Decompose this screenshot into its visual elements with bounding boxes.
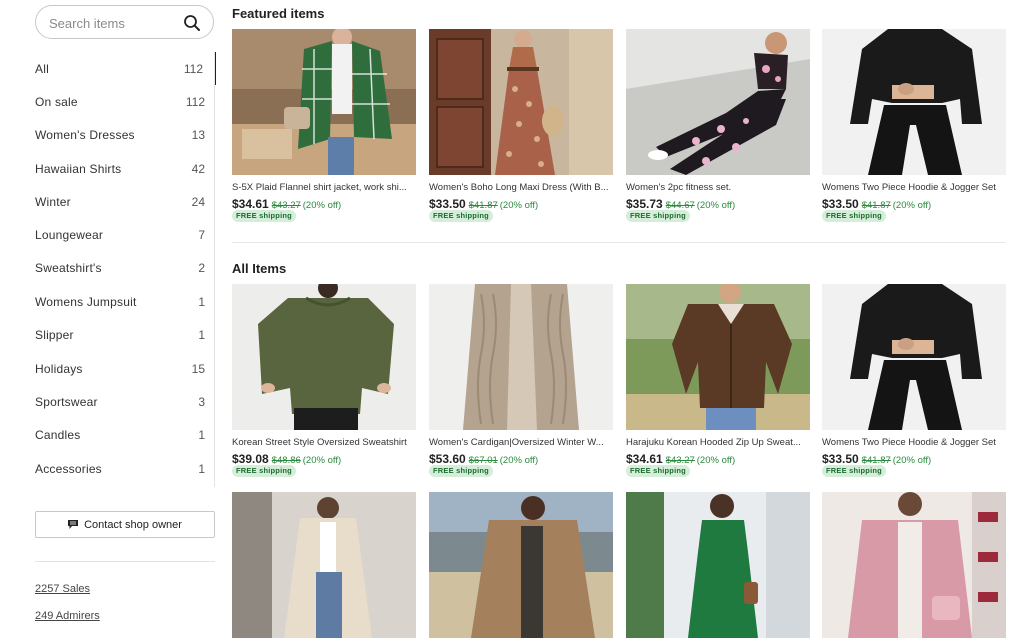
category-count: 15 (191, 362, 205, 376)
category-count: 2 (198, 261, 205, 275)
category-count: 42 (191, 162, 205, 176)
category-label: Loungewear (35, 228, 104, 242)
category-count: 13 (191, 128, 205, 142)
category-count: 112 (185, 95, 205, 109)
category-count: 1 (198, 295, 205, 309)
free-shipping-badge: FREE shipping (429, 210, 493, 222)
category-hawaiian-shirts[interactable]: Hawaiian Shirts 42 (0, 152, 216, 185)
category-on-sale[interactable]: On sale 112 (0, 85, 216, 118)
sidebar-divider (214, 52, 215, 487)
category-label: Women's Dresses (35, 128, 135, 142)
discount-label: (20% off) (696, 455, 736, 466)
hoodie-set-image[interactable] (822, 284, 1006, 430)
listing-title[interactable]: Womens Two Piece Hoodie & Jogger Set (822, 182, 1006, 193)
category-label: Womens Jumpsuit (35, 295, 137, 309)
contact-shop-owner-button[interactable]: Contact shop owner (35, 511, 215, 538)
category-label: Accessories (35, 462, 102, 476)
listing-title[interactable]: Harajuku Korean Hooded Zip Up Sweat... (626, 437, 810, 448)
free-shipping-badge: FREE shipping (232, 465, 296, 477)
category-count: 1 (198, 462, 205, 476)
category-holidays[interactable]: Holidays 15 (0, 352, 216, 385)
listing-title[interactable]: Korean Street Style Oversized Sweatshirt (232, 437, 416, 448)
category-label: Slipper (35, 328, 74, 342)
listing-title[interactable]: Women's 2pc fitness set. (626, 182, 810, 193)
category-label: Sweatshirt's (35, 261, 102, 275)
category-count: 1 (198, 428, 205, 442)
sale-price: $33.50 (822, 452, 859, 466)
shop-sidebar: All 112 On sale 112 Women's Dresses 13 H… (0, 0, 216, 644)
free-shipping-badge: FREE shipping (822, 210, 886, 222)
sale-price: $53.60 (429, 452, 466, 466)
free-shipping-badge: FREE shipping (626, 210, 690, 222)
featured-section-title: Featured items (232, 6, 325, 21)
category-loungewear[interactable]: Loungewear 7 (0, 218, 216, 251)
hoodie-set-image[interactable] (822, 29, 1006, 175)
category-label: Winter (35, 195, 71, 209)
category-sportswear[interactable]: Sportswear 3 (0, 385, 216, 418)
fitness-set-image[interactable] (626, 29, 810, 175)
category-label: Holidays (35, 362, 83, 376)
sale-price: $35.73 (626, 197, 663, 211)
beige-cardigan-image[interactable] (232, 492, 416, 638)
category-count: 112 (183, 62, 203, 76)
search-icon[interactable] (182, 13, 202, 33)
category-womens-jumpsuit[interactable]: Womens Jumpsuit 1 (0, 285, 216, 318)
category-all[interactable]: All 112 (0, 52, 216, 85)
contact-label: Contact shop owner (84, 518, 182, 531)
listing-title[interactable]: Women's Boho Long Maxi Dress (With B... (429, 182, 613, 193)
category-count: 7 (198, 228, 205, 242)
sales-link[interactable]: 2257 Sales (35, 583, 90, 595)
category-count: 24 (191, 195, 205, 209)
category-label: On sale (35, 95, 78, 109)
admirers-link[interactable]: 249 Admirers (35, 610, 100, 622)
sweatshirt-image[interactable] (232, 284, 416, 430)
free-shipping-badge: FREE shipping (232, 210, 296, 222)
listing-title[interactable]: S-5X Plaid Flannel shirt jacket, work sh… (232, 182, 416, 193)
category-womens-dresses[interactable]: Women's Dresses 13 (0, 118, 216, 151)
listing-title[interactable]: Women's Cardigan|Oversized Winter W... (429, 437, 613, 448)
category-label: Candles (35, 428, 81, 442)
sale-price: $33.50 (429, 197, 466, 211)
search-box[interactable] (35, 5, 214, 39)
listing-title[interactable]: Womens Two Piece Hoodie & Jogger Set (822, 437, 1006, 448)
category-candles[interactable]: Candles 1 (0, 418, 216, 451)
sale-price: $33.50 (822, 197, 859, 211)
sale-price: $39.08 (232, 452, 269, 466)
free-shipping-badge: FREE shipping (822, 465, 886, 477)
sale-price: $34.61 (626, 452, 663, 466)
discount-label: (20% off) (499, 455, 539, 466)
green-dress-image[interactable] (626, 492, 810, 638)
category-slipper[interactable]: Slipper 1 (0, 318, 216, 351)
free-shipping-badge: FREE shipping (626, 465, 690, 477)
category-accessories[interactable]: Accessories 1 (0, 452, 216, 485)
plaid-jacket-image[interactable] (232, 29, 416, 175)
search-input[interactable] (49, 14, 179, 32)
discount-label: (20% off) (302, 455, 342, 466)
discount-label: (20% off) (892, 455, 932, 466)
category-label: Hawaiian Shirts (35, 162, 122, 176)
maxi-dress-image[interactable] (429, 29, 613, 175)
free-shipping-badge: FREE shipping (429, 465, 493, 477)
discount-label: (20% off) (892, 200, 932, 211)
zip-hoodie-image[interactable] (626, 284, 810, 430)
cardigan-image[interactable] (429, 284, 613, 430)
pink-knit-image[interactable] (822, 492, 1006, 638)
discount-label: (20% off) (696, 200, 736, 211)
sale-price: $34.61 (232, 197, 269, 211)
all-items-section-title: All Items (232, 261, 287, 276)
category-winter[interactable]: Winter 24 (0, 185, 216, 218)
category-label: All (35, 62, 49, 76)
category-count: 1 (198, 328, 205, 342)
category-sweatshirts[interactable]: Sweatshirt's 2 (0, 251, 216, 284)
category-label: Sportswear (35, 395, 98, 409)
discount-label: (20% off) (499, 200, 539, 211)
sidebar-divider-line (35, 561, 215, 562)
brown-cardigan-image[interactable] (429, 492, 613, 638)
message-icon (68, 520, 79, 529)
category-count: 3 (198, 395, 205, 409)
section-divider (232, 242, 1005, 243)
discount-label: (20% off) (302, 200, 342, 211)
